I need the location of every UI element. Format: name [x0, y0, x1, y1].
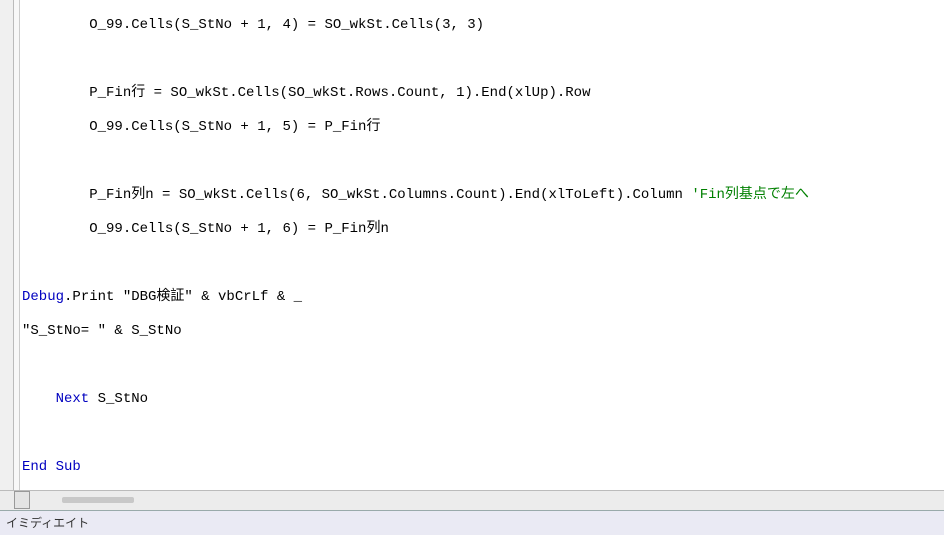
code-line[interactable]: "S_StNo= " & S_StNo — [22, 322, 944, 340]
code-line[interactable] — [22, 50, 944, 68]
code-pane[interactable]: O_99.Cells(S_StNo + 1, 4) = SO_wkSt.Cell… — [20, 0, 944, 490]
scroll-strip — [0, 490, 944, 510]
vba-editor-window: O_99.Cells(S_StNo + 1, 4) = SO_wkSt.Cell… — [0, 0, 944, 535]
code-line[interactable]: O_99.Cells(S_StNo + 1, 6) = P_Fin列n — [22, 220, 944, 238]
margin-rail — [0, 0, 14, 490]
horizontal-scrollbar[interactable] — [62, 497, 134, 503]
code-line[interactable]: Next S_StNo — [22, 390, 944, 408]
code-line[interactable] — [22, 356, 944, 374]
code-line[interactable]: O_99.Cells(S_StNo + 1, 5) = P_Fin行 — [22, 118, 944, 136]
code-line[interactable] — [22, 424, 944, 442]
immediate-window-title[interactable]: イミディエイト — [0, 510, 944, 535]
view-mode-toggle[interactable] — [14, 491, 30, 509]
code-line[interactable] — [22, 254, 944, 272]
code-text[interactable]: O_99.Cells(S_StNo + 1, 4) = SO_wkSt.Cell… — [20, 0, 944, 490]
code-line[interactable]: P_Fin列n = SO_wkSt.Cells(6, SO_wkSt.Colum… — [22, 186, 944, 204]
code-line[interactable] — [22, 152, 944, 170]
code-line[interactable]: End Sub — [22, 458, 944, 476]
code-line[interactable]: Debug.Print "DBG検証" & vbCrLf & _ — [22, 288, 944, 306]
code-line[interactable]: O_99.Cells(S_StNo + 1, 4) = SO_wkSt.Cell… — [22, 16, 944, 34]
code-line[interactable]: P_Fin行 = SO_wkSt.Cells(SO_wkSt.Rows.Coun… — [22, 84, 944, 102]
